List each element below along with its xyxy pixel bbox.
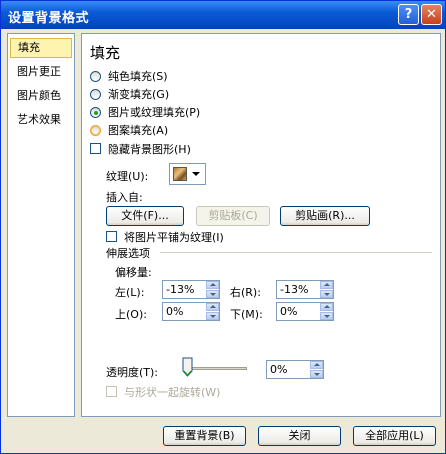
offset-top-label: 上(O):: [115, 308, 147, 321]
spin-down-icon[interactable]: [206, 290, 219, 298]
close-icon: ✕: [426, 7, 437, 22]
apply-all-button[interactable]: 全部应用(L): [353, 426, 436, 446]
rotate-with-shape-checkbox[interactable]: [106, 386, 117, 397]
sidebar-item-picture-color[interactable]: 图片颜色: [10, 86, 72, 106]
texture-label: 纹理(U):: [106, 170, 149, 183]
offset-bottom-spinner[interactable]: 0%: [276, 302, 334, 321]
offset-left-spinner[interactable]: -13%: [162, 280, 220, 299]
offset-left-value[interactable]: -13%: [166, 283, 194, 296]
pattern-fill-radio[interactable]: [90, 125, 101, 136]
spin-down-icon[interactable]: [320, 290, 333, 298]
close-button[interactable]: 关闭: [258, 426, 341, 446]
fill-panel: 填充 纯色填充(S) 渐变填充(G) 图片或纹理填充(P) 图案填充(A) 隐藏…: [81, 33, 441, 417]
picture-texture-fill-label: 图片或纹理填充(P): [108, 106, 201, 119]
picture-texture-fill-radio[interactable]: [90, 107, 101, 118]
close-window-button[interactable]: ✕: [421, 4, 442, 25]
spin-up-icon[interactable]: [206, 303, 219, 311]
tile-picture-label: 将图片平铺为纹理(I): [124, 231, 224, 244]
format-background-dialog: 设置背景格式 ? ✕ 填充 图片更正 图片颜色 艺术效果 填充 纯色填充(S) …: [0, 0, 446, 454]
hide-background-checkbox[interactable]: [90, 143, 101, 154]
offset-bottom-value[interactable]: 0%: [280, 305, 297, 318]
gradient-fill-label: 渐变填充(G): [108, 88, 170, 101]
clipboard-button[interactable]: 剪贴板(C): [196, 206, 270, 226]
file-button[interactable]: 文件(F)...: [106, 206, 184, 226]
stretch-options-heading: 伸展选项: [106, 247, 150, 260]
offset-top-value[interactable]: 0%: [166, 305, 183, 318]
spin-down-icon[interactable]: [320, 312, 333, 320]
spin-down-icon[interactable]: [206, 312, 219, 320]
transparency-slider-track[interactable]: [187, 367, 247, 370]
transparency-spinner[interactable]: 0%: [266, 360, 324, 379]
spin-down-icon[interactable]: [310, 370, 323, 378]
offset-label: 偏移量:: [115, 266, 152, 279]
transparency-label: 透明度(T):: [106, 366, 159, 379]
transparency-value[interactable]: 0%: [270, 363, 287, 376]
sidebar-item-fill[interactable]: 填充: [10, 38, 72, 58]
spin-up-icon[interactable]: [320, 281, 333, 289]
insert-from-label: 插入自:: [106, 191, 143, 204]
offset-top-spinner[interactable]: 0%: [162, 302, 220, 321]
offset-right-value[interactable]: -13%: [280, 283, 308, 296]
sidebar-item-artistic-effects[interactable]: 艺术效果: [10, 110, 72, 130]
texture-swatch: [173, 167, 187, 181]
solid-fill-radio[interactable]: [90, 71, 101, 82]
solid-fill-label: 纯色填充(S): [108, 70, 168, 83]
transparency-slider-thumb[interactable]: [182, 357, 193, 377]
help-button[interactable]: ?: [398, 4, 419, 25]
clipart-button[interactable]: 剪贴画(R)...: [280, 206, 370, 226]
gradient-fill-radio[interactable]: [90, 89, 101, 100]
spin-up-icon[interactable]: [320, 303, 333, 311]
pattern-fill-label: 图案填充(A): [108, 124, 169, 137]
chevron-down-icon: [192, 172, 200, 176]
sidebar-item-picture-corrections[interactable]: 图片更正: [10, 62, 72, 82]
spin-up-icon[interactable]: [310, 361, 323, 369]
texture-dropdown[interactable]: [169, 163, 206, 185]
offset-right-label: 右(R):: [230, 286, 261, 299]
reset-background-button[interactable]: 重置背景(B): [163, 426, 246, 446]
title-bar[interactable]: 设置背景格式 ? ✕: [1, 1, 445, 29]
rotate-with-shape-label: 与形状一起旋转(W): [124, 386, 221, 399]
spin-up-icon[interactable]: [206, 281, 219, 289]
section-divider: [160, 252, 432, 253]
offset-right-spinner[interactable]: -13%: [276, 280, 334, 299]
help-icon: ?: [404, 7, 413, 22]
category-sidebar: 填充 图片更正 图片颜色 艺术效果: [7, 33, 75, 417]
hide-background-label: 隐藏背景图形(H): [108, 143, 191, 156]
panel-heading: 填充: [90, 44, 121, 62]
offset-left-label: 左(L):: [115, 286, 145, 299]
dialog-title: 设置背景格式: [8, 11, 90, 26]
offset-bottom-label: 下(M):: [230, 308, 263, 321]
tile-picture-checkbox[interactable]: [106, 231, 117, 242]
